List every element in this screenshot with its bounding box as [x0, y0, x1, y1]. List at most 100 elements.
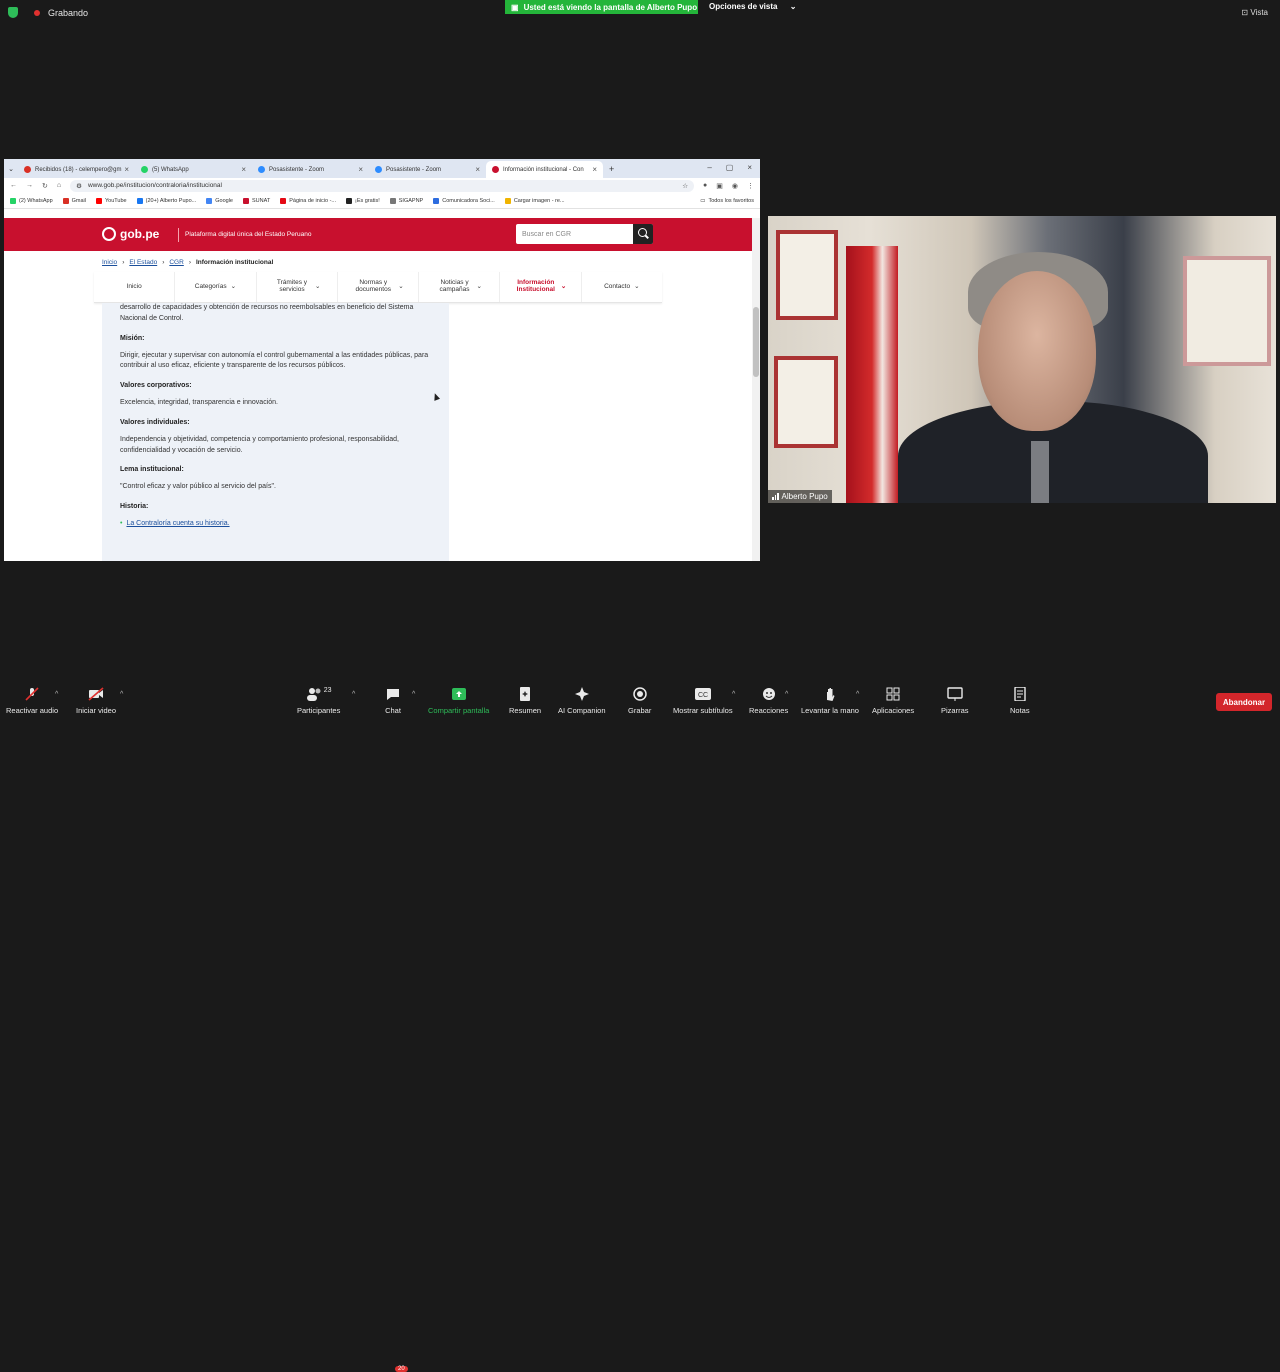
toolbar-label: Iniciar video [76, 706, 117, 715]
close-icon[interactable]: × [475, 165, 480, 174]
share-screen-button[interactable]: Compartir pantalla [428, 687, 489, 715]
chevron-right-icon: › [122, 259, 125, 266]
bookmark-star-icon[interactable]: ☆ [682, 182, 688, 190]
chat-icon [387, 689, 399, 700]
close-icon[interactable]: × [592, 165, 597, 174]
security-shield-icon[interactable] [8, 7, 18, 18]
all-bookmarks-folder[interactable]: ▭ Todos los favoritos [700, 198, 754, 204]
reactivate-audio-button[interactable]: Reactivar audio [6, 687, 58, 715]
show-captions-button[interactable]: CC Mostrar subtítulos [673, 687, 733, 715]
nav-normas[interactable]: Normas y documentos ⌄ [338, 272, 420, 302]
view-button[interactable]: ⊡ Vista [1241, 8, 1268, 17]
browser-tab-zoom-1[interactable]: Posasistente - Zoom × [252, 161, 369, 178]
notes-button[interactable]: Notas [1010, 687, 1030, 715]
nav-tramites[interactable]: Trámites y servicios ⌄ [257, 272, 338, 302]
breadcrumb-inicio[interactable]: Inicio [102, 259, 117, 266]
nav-label: Noticias y campañas [439, 279, 470, 293]
url-field[interactable]: ⚙ www.gob.pe/institucion/contraloria/ins… [70, 179, 695, 192]
browser-tab-zoom-2[interactable]: Posasistente - Zoom × [369, 161, 486, 178]
historia-link[interactable]: La Contraloría cuenta su historia. [126, 520, 229, 527]
audio-options-caret-icon[interactable]: ^ [55, 691, 58, 698]
recording-indicator: Grabando [8, 7, 88, 18]
bookmark-youtube[interactable]: YouTube [96, 197, 127, 204]
reactions-caret-icon[interactable]: ^ [785, 691, 788, 698]
bookmark-sigapnp[interactable]: SIGAPNP [389, 197, 423, 204]
maximize-icon[interactable]: ▢ [726, 163, 734, 172]
chrome-icon[interactable]: ◉ [732, 182, 738, 190]
participants-caret-icon[interactable]: ^ [352, 691, 355, 698]
browser-tab-whatsapp[interactable]: (5) WhatsApp × [135, 161, 252, 178]
gob-search-input[interactable]: Buscar en CGR [516, 224, 653, 244]
zoom-toolbar: Reactivar audio ^ Iniciar video ^ 23 Par… [0, 680, 1280, 1372]
nav-inicio[interactable]: Inicio [94, 272, 176, 302]
bookmark-label: SUNAT [251, 197, 271, 204]
browser-tab-gmail[interactable]: Recibidos (18) - celempero@gm × [18, 161, 135, 178]
raise-hand-button[interactable]: Levantar la mano [801, 687, 859, 715]
bookmark-gmail[interactable]: Gmail [62, 197, 86, 204]
apps-icon [886, 687, 900, 701]
close-icon[interactable]: × [241, 165, 246, 174]
back-icon[interactable]: ← [10, 182, 17, 189]
wall-certificate [774, 356, 838, 448]
leave-meeting-button[interactable]: Abandonar [1216, 693, 1272, 711]
participant-video[interactable]: Alberto Pupo [768, 216, 1276, 503]
notes-icon [1014, 687, 1026, 701]
start-video-button[interactable]: Iniciar video [76, 687, 116, 715]
video-options-caret-icon[interactable]: ^ [120, 691, 123, 698]
view-options-button[interactable]: Opciones de vista ⌄ [709, 2, 796, 11]
bookmark-gratis[interactable]: ¡Es gratis! [346, 197, 380, 204]
raise-hand-caret-icon[interactable]: ^ [856, 691, 859, 698]
participant-name-tag: Alberto Pupo [768, 490, 832, 503]
bookmark-comunicadora[interactable]: Comunicadora Soci... [433, 197, 495, 204]
nav-contacto[interactable]: Contacto ⌄ [582, 272, 662, 302]
chat-caret-icon[interactable]: ^ [412, 691, 415, 698]
bookmark-facebook[interactable]: (20+) Alberto Pupo... [136, 197, 196, 204]
lema-text: "Control eficaz y valor público al servi… [120, 483, 276, 491]
view-icon: ⊡ [1241, 8, 1249, 17]
bookmark-netflix[interactable]: Página de inicio -... [280, 197, 336, 204]
nav-label: Categorías [194, 282, 227, 290]
forward-icon[interactable]: → [26, 182, 33, 189]
recording-dot-icon [34, 9, 40, 16]
whiteboards-button[interactable]: Pizarras [941, 687, 969, 715]
nav-categorias[interactable]: Categorías ⌄ [175, 272, 257, 302]
page-scrollbar[interactable] [752, 218, 760, 561]
cc-icon: CC [694, 688, 711, 700]
breadcrumb-el-estado[interactable]: El Estado [129, 259, 157, 266]
participants-button[interactable]: 23 Participantes [297, 687, 340, 715]
nav-noticias[interactable]: Noticias y campañas ⌄ [419, 272, 501, 302]
minimize-icon[interactable]: – [707, 163, 711, 172]
chat-button[interactable]: Chat [385, 687, 401, 715]
bookmark-google[interactable]: Google [206, 197, 233, 204]
home-icon[interactable]: ⌂ [57, 182, 61, 189]
bookmark-cargar-imagen[interactable]: Cargar imagen - re... [504, 197, 565, 204]
new-tab-icon[interactable]: + [609, 164, 614, 174]
facebook-icon [136, 197, 143, 204]
record-button[interactable]: Grabar [628, 687, 651, 715]
extensions-puzzle-icon[interactable]: ▣ [716, 182, 723, 190]
whatsapp-icon [10, 197, 16, 204]
gob-logo[interactable]: gob.pe [102, 227, 159, 241]
close-icon[interactable]: × [124, 165, 129, 174]
breadcrumb-cgr[interactable]: CGR [169, 259, 183, 266]
site-info-icon[interactable]: ⚙ [76, 182, 82, 190]
browser-tab-institucional[interactable]: Información institucional - Con × [486, 161, 603, 178]
nav-informacion-institucional[interactable]: Información Institucional ⌄ [500, 272, 582, 302]
ai-companion-button[interactable]: AI Companion [558, 687, 606, 715]
reactions-button[interactable]: Reacciones [749, 687, 788, 715]
search-icon[interactable] [633, 224, 653, 244]
tab-search-icon[interactable]: ⌄ [4, 165, 18, 173]
apps-button[interactable]: Aplicaciones [872, 687, 914, 715]
bookmark-whatsapp[interactable]: (2) WhatsApp [10, 197, 53, 204]
captions-caret-icon[interactable]: ^ [732, 691, 735, 698]
menu-dots-icon[interactable]: ⋮ [747, 182, 754, 190]
shared-browser-window: ⌄ Recibidos (18) - celempero@gm × (5) Wh… [4, 159, 760, 561]
summary-button[interactable]: Resumen [509, 687, 541, 715]
chevron-down-icon: ⌄ [230, 282, 237, 290]
page-scrollbar-thumb[interactable] [753, 307, 759, 377]
bookmark-sunat[interactable]: SUNAT [242, 197, 271, 204]
close-window-icon[interactable]: × [747, 163, 752, 172]
extension-icon[interactable]: ● [703, 182, 707, 189]
reload-icon[interactable]: ↻ [42, 182, 48, 190]
close-icon[interactable]: × [358, 165, 363, 174]
